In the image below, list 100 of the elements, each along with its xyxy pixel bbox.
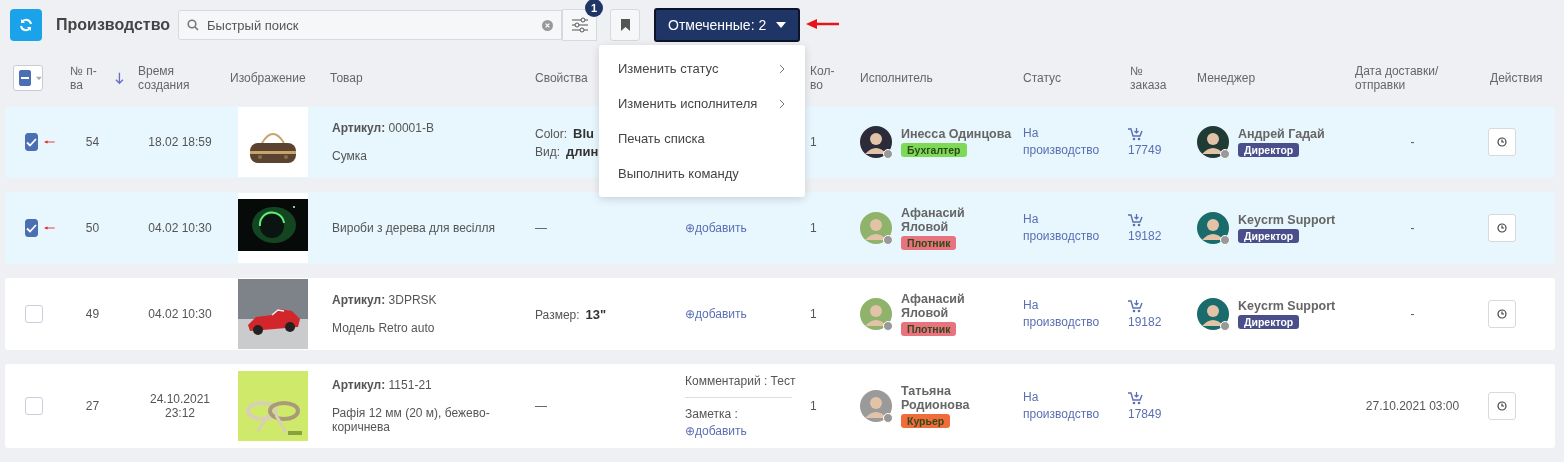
- search-field[interactable]: Быстрый поиск: [205, 16, 542, 34]
- presence-dot: [883, 149, 893, 159]
- count-badge: 1: [585, 0, 603, 17]
- row-checkbox[interactable]: [25, 219, 38, 237]
- table-cell-text: 27.10.2021 03:00: [1364, 399, 1461, 413]
- property-text: Color: Blu: [535, 125, 594, 141]
- article-text: Артикул: 1151-21: [332, 378, 433, 392]
- table-cell-text: -: [1409, 307, 1416, 321]
- product-name: Рафія 12 мм (20 м), бежево-коричнева: [332, 406, 491, 434]
- sliders-icon: [570, 17, 589, 33]
- column-header: Время создания: [137, 64, 191, 92]
- column-header: Кол-во: [809, 64, 836, 92]
- menu-item[interactable]: Изменить исполнителя: [599, 86, 805, 121]
- column-header: Статус: [1022, 71, 1062, 85]
- presence-dot: [883, 413, 893, 423]
- add-link[interactable]: ⊕добавить: [685, 307, 800, 321]
- table-cell-text: 04.02 10:30: [147, 307, 213, 321]
- marked-dropdown[interactable]: Отмеченные: 2: [654, 8, 801, 42]
- indeterminate-checkbox-icon[interactable]: [19, 70, 32, 86]
- refresh-button[interactable]: [10, 9, 42, 41]
- table-row[interactable]: 49 04.02 10:30 Артикул: 3DPRSK Модель Retro auto Размер: 13" ⊕добавить 1 Афанасий Яловой Плотник На производство 19182 Keycrm Support Директор -: [5, 278, 1555, 350]
- role-tag: Бухгалтер: [901, 143, 967, 157]
- check-icon: [26, 223, 37, 233]
- person-name: Андрей Гадай: [1238, 127, 1325, 141]
- table-cell-text: -: [1409, 135, 1416, 149]
- history-button[interactable]: [1488, 214, 1516, 242]
- cart-icon: [1128, 213, 1143, 227]
- presence-dot: [1220, 149, 1230, 159]
- order-link[interactable]: 19182: [1128, 228, 1187, 243]
- person-name: Афанасий Яловой: [901, 292, 966, 320]
- clock-icon: [1497, 137, 1507, 147]
- clock-icon: [1497, 309, 1507, 319]
- cart-icon: [1128, 299, 1143, 313]
- search-box[interactable]: Быстрый поиск: [178, 10, 562, 40]
- add-link[interactable]: ⊕добавить: [685, 221, 800, 235]
- cart-icon: [1128, 391, 1143, 405]
- table-cell-text: 1: [809, 135, 818, 149]
- order-link[interactable]: 17749: [1128, 142, 1187, 157]
- table-cell-text: 1: [809, 399, 818, 413]
- order-link[interactable]: 19182: [1128, 314, 1187, 329]
- avatar: [1197, 298, 1229, 330]
- avatar: [860, 212, 892, 244]
- role-tag: Директор: [1238, 229, 1300, 243]
- bookmark-button[interactable]: [610, 9, 640, 41]
- product-name: Модель Retro auto: [332, 321, 436, 335]
- person-name: Афанасий Яловой: [901, 206, 966, 234]
- annotation-arrow-icon: [806, 19, 841, 29]
- avatar: [860, 126, 892, 158]
- clock-icon: [1497, 401, 1507, 411]
- history-button[interactable]: [1488, 128, 1516, 156]
- row-checkbox[interactable]: [25, 133, 38, 151]
- presence-dot: [883, 235, 893, 245]
- order-link[interactable]: 17849: [1128, 406, 1187, 421]
- column-header[interactable]: № п-ва: [70, 64, 106, 92]
- table-cell-text: 24.10.2021 23:12: [148, 392, 212, 420]
- menu-item[interactable]: Выполнить команду: [599, 156, 805, 191]
- person-name: Татьяна Родионова: [901, 384, 971, 412]
- column-header: Свойства: [534, 71, 589, 85]
- column-header: Товар: [329, 71, 364, 85]
- person-name: Инесса Одинцова: [901, 127, 1012, 141]
- column-header: Действия: [1489, 71, 1544, 85]
- status-link[interactable]: На производство: [1013, 211, 1103, 245]
- role-tag: Директор: [1238, 143, 1300, 157]
- presence-dot: [1220, 321, 1230, 331]
- column-header: Менеджер: [1196, 71, 1257, 85]
- avatar: [860, 390, 892, 422]
- history-button[interactable]: [1488, 392, 1516, 420]
- table-cell-text: 50: [84, 221, 101, 235]
- table-cell-text: 18.02 18:59: [147, 135, 213, 149]
- annotation-arrow-icon: [44, 223, 55, 233]
- menu-item[interactable]: Печать списка: [599, 121, 805, 156]
- avatar: [1197, 212, 1229, 244]
- menu-item[interactable]: Изменить статус: [599, 51, 805, 86]
- article-text: Артикул: 3DPRSK: [332, 293, 438, 307]
- table-row[interactable]: 27 24.10.2021 23:12 Артикул: 1151-21 Рафія 12 мм (20 м), бежево-коричнева — Комментарий : Тест Заметка : ⊕добавить 1 Татьяна Родионова Курьер На производство 17849 27.10.2021 03:00: [5, 364, 1555, 448]
- status-link[interactable]: На производство: [1013, 389, 1103, 423]
- presence-dot: [1220, 235, 1230, 245]
- sort-arrow-icon[interactable]: [115, 71, 124, 85]
- clock-icon: [1497, 223, 1507, 233]
- comment-text: Комментарий : Тест: [685, 374, 797, 388]
- add-link[interactable]: ⊕добавить: [685, 424, 800, 438]
- history-button[interactable]: [1488, 300, 1516, 328]
- column-header: Исполнитель: [859, 71, 934, 85]
- bookmark-icon: [620, 19, 630, 31]
- table-row[interactable]: 50 04.02 10:30 Вироби з дерева для весілля — ⊕добавить 1 Афанасий Яловой Плотник На производство 19182 Keycrm Support Директор -: [5, 192, 1555, 264]
- select-all-checkbox[interactable]: [13, 65, 43, 91]
- table-cell-text: 04.02 10:30: [147, 221, 213, 235]
- table-cell-text: -: [1409, 221, 1416, 235]
- clear-icon[interactable]: [542, 19, 553, 31]
- search-icon: [187, 19, 199, 31]
- table-cell-text: 27: [84, 399, 101, 413]
- status-link[interactable]: На производство: [1013, 125, 1103, 159]
- cart-icon: [1128, 127, 1143, 141]
- status-link[interactable]: На производство: [1013, 297, 1103, 331]
- page-title: Производство: [56, 16, 172, 34]
- column-header: Изображение: [230, 71, 307, 85]
- person-name: Keycrm Support: [1238, 213, 1336, 227]
- article-text: Артикул: 00001-B: [332, 121, 435, 135]
- role-tag: Директор: [1238, 315, 1300, 329]
- caret-icon: [776, 22, 787, 28]
